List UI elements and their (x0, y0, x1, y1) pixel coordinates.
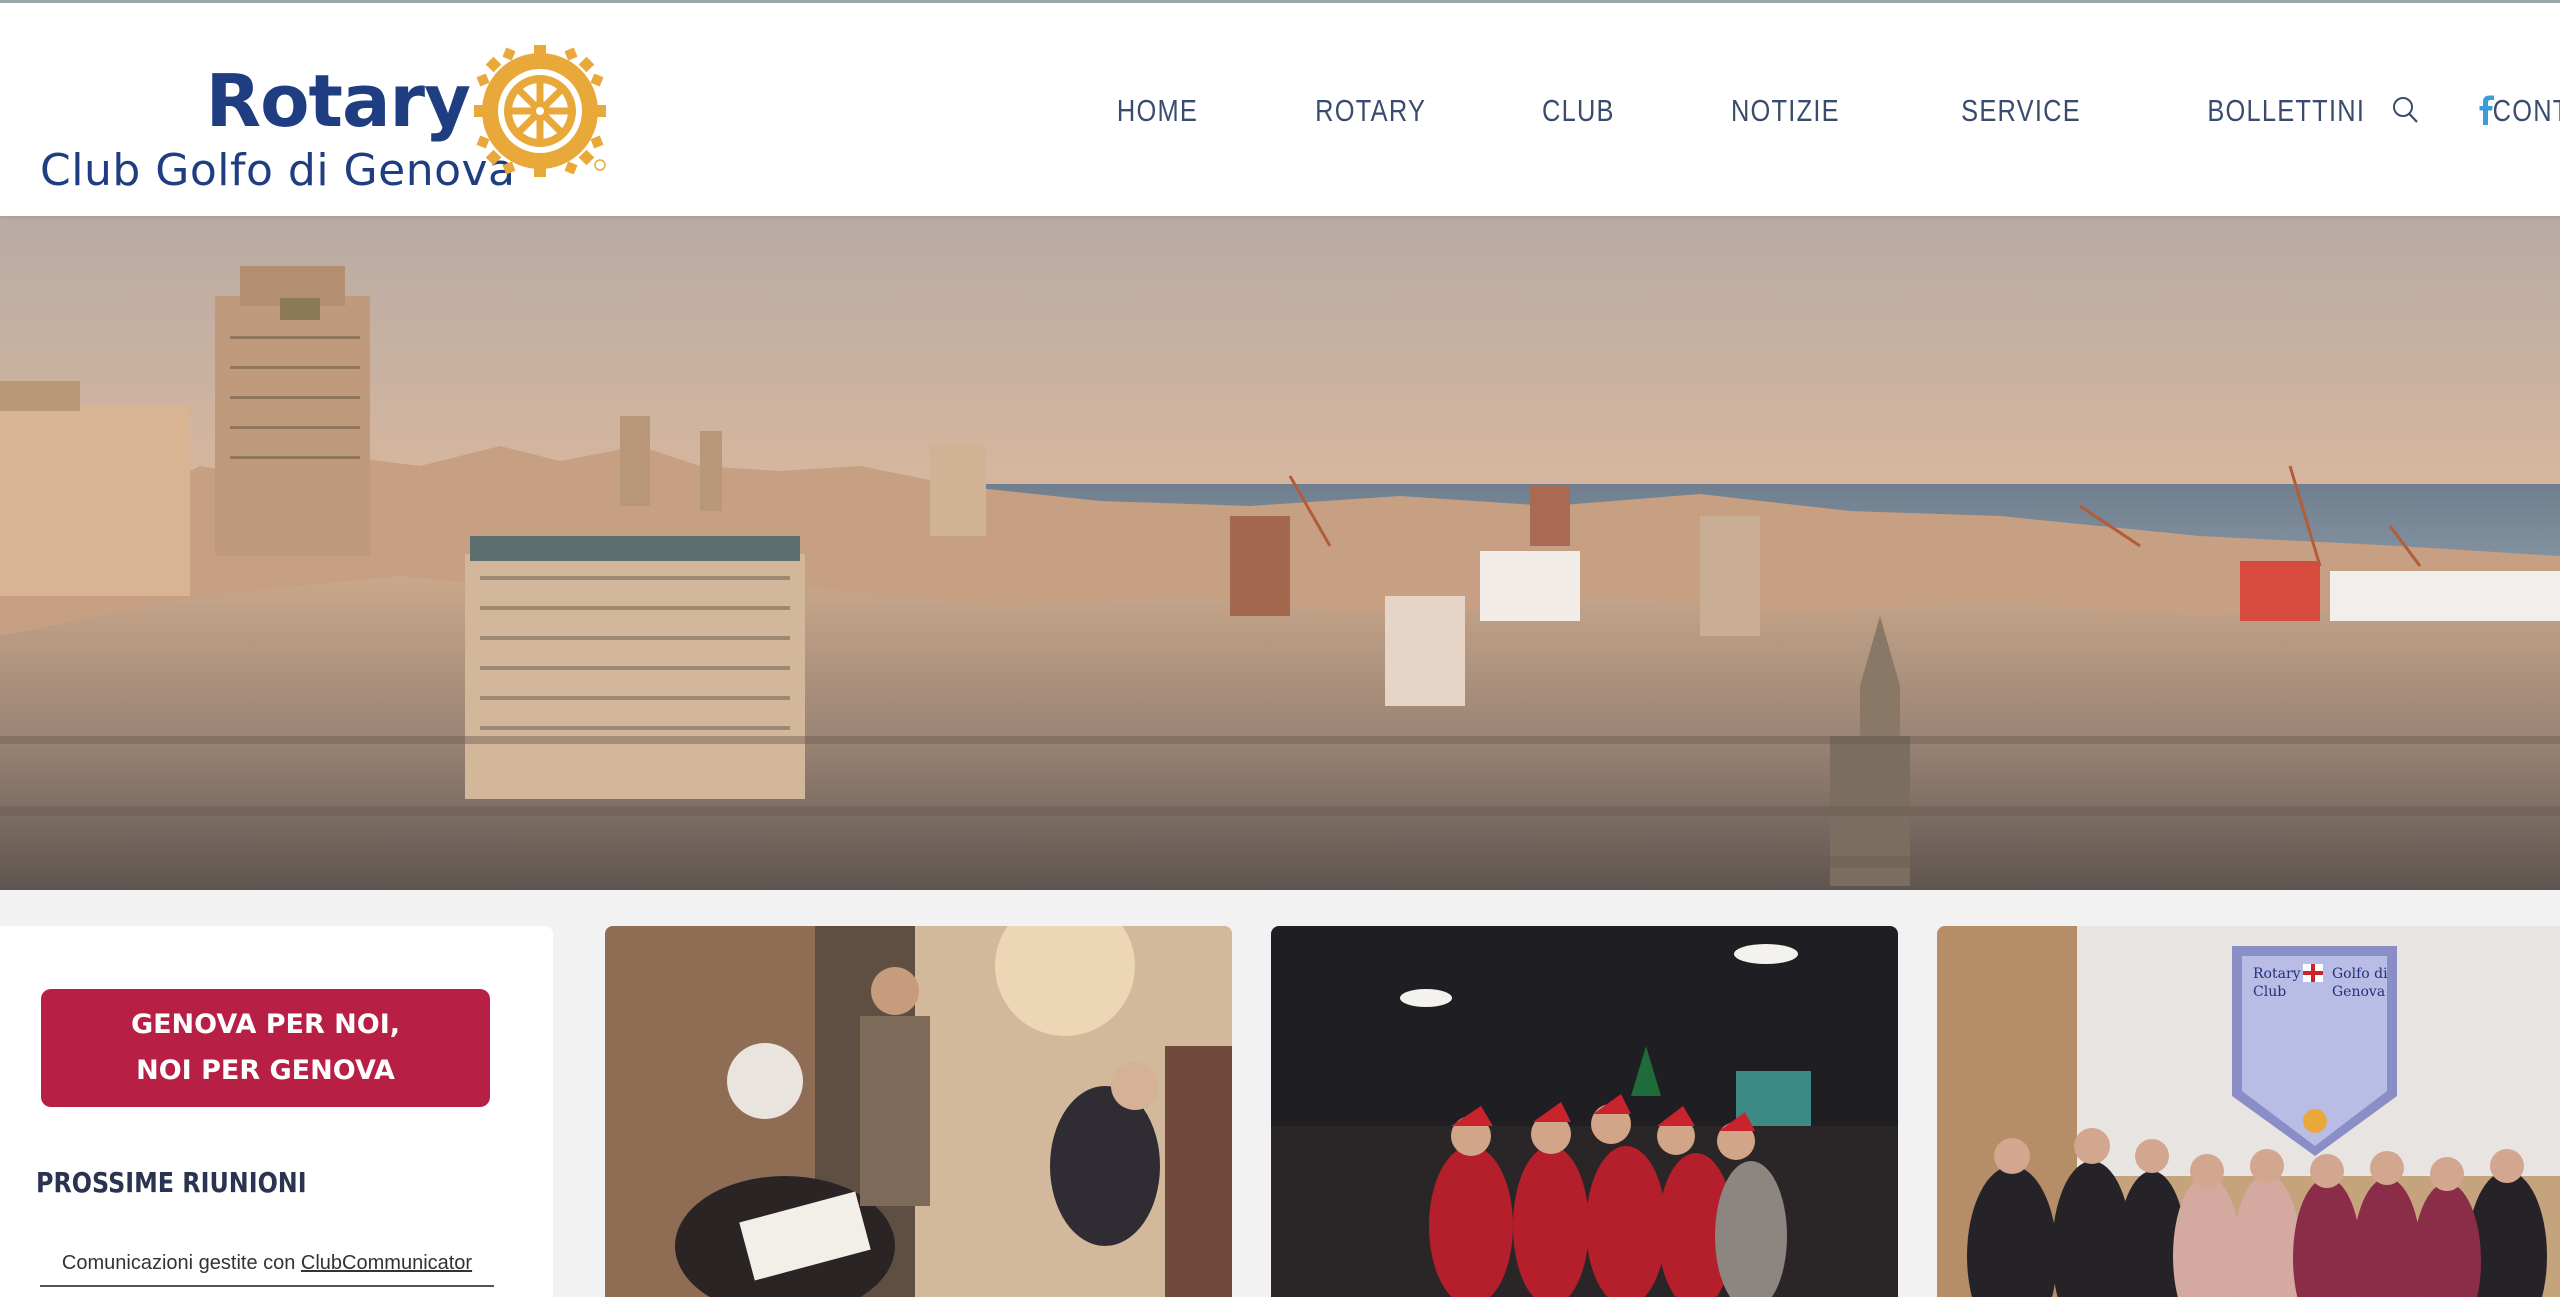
rotary-wheel-icon (474, 45, 606, 177)
main-nav: HOME ROTARY CLUB NOTIZIE SERVICE BOLLETT… (1060, 3, 2560, 219)
sidebar-panel: GENOVA PER NOI, NOI PER GENOVA PROSSIME … (0, 926, 553, 1297)
club-communicator-note: Comunicazioni gestite con ClubCommunicat… (40, 1252, 494, 1287)
logo-rotary-word: Rotary (205, 59, 471, 143)
christmas-group-photo (1271, 926, 1898, 1297)
nav-bollettini[interactable]: BOLLETTINI (2207, 93, 2365, 129)
cta-line-1: GENOVA PER NOI, (130, 1009, 401, 1040)
meeting-photo (605, 926, 1232, 1297)
genova-per-noi-button[interactable]: GENOVA PER NOI, NOI PER GENOVA (41, 989, 490, 1107)
facebook-icon[interactable] (2478, 95, 2496, 125)
nav-club[interactable]: CLUB (1542, 93, 1615, 129)
news-card-1[interactable] (605, 926, 1232, 1297)
nav-contatti[interactable]: CONTATTI (2493, 93, 2560, 129)
site-header: Rotary Club Golfo di Genova HOME ROTARY … (0, 0, 2560, 216)
search-icon[interactable] (2392, 95, 2420, 125)
comm-text: Comunicazioni gestite con (61, 1252, 301, 1274)
nav-service[interactable]: SERVICE (1961, 93, 2081, 129)
prossime-riunioni-title: PROSSIME RIUNIONI (36, 1166, 307, 1199)
hero-genova-panorama (0, 216, 2560, 890)
nav-home[interactable]: HOME (1117, 93, 1198, 129)
cta-line-2: NOI PER GENOVA (136, 1055, 395, 1086)
news-card-3[interactable]: Rotary Club Golfo di Genova (1937, 926, 2560, 1297)
logo-club-name: Club Golfo di Genova (40, 145, 516, 196)
banner-rotary-text: Rotary (2253, 966, 2301, 982)
club-banner-photo: Rotary Club Golfo di Genova (1937, 926, 2560, 1297)
banner-club-text: Club (2253, 984, 2286, 1000)
nav-rotary[interactable]: ROTARY (1315, 93, 1426, 129)
news-card-2[interactable] (1271, 926, 1898, 1297)
nav-notizie[interactable]: NOTIZIE (1731, 93, 1840, 129)
banner-genova-text: Genova (2332, 984, 2385, 1000)
city-panorama-image (0, 216, 2560, 890)
club-logo[interactable]: Rotary Club Golfo di Genova (40, 41, 620, 201)
banner-golfo-text: Golfo di (2332, 966, 2388, 982)
clubcommunicator-link[interactable]: ClubCommunicator (301, 1252, 472, 1274)
